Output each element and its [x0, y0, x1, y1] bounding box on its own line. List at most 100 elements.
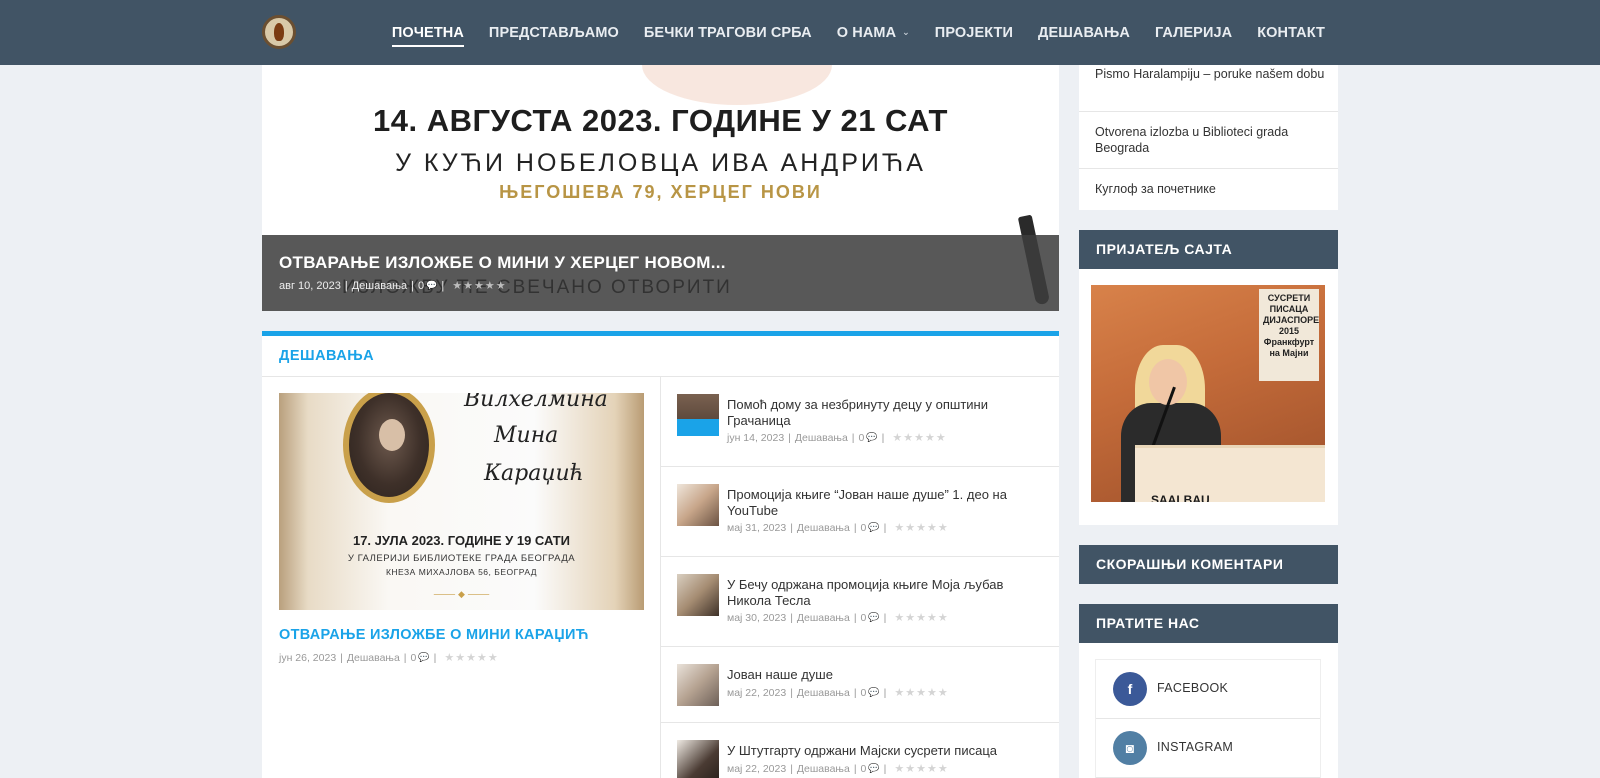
- star-icon[interactable]: ★: [485, 279, 495, 292]
- star-icon[interactable]: ★: [488, 651, 498, 664]
- star-icon[interactable]: ★: [905, 611, 915, 624]
- star-icon[interactable]: ★: [463, 279, 473, 292]
- list-item[interactable]: Промоција књиге “Јован наше душе” 1. део…: [660, 467, 1059, 557]
- main-post-title[interactable]: ОТВАРАЊЕ ИЗЛОЖБЕ О МИНИ КАРАЏИЋ: [279, 627, 589, 643]
- nav-item[interactable]: ПРОЈЕКТИ: [935, 0, 1013, 65]
- star-icon[interactable]: ★: [938, 686, 948, 699]
- star-icon[interactable]: ★: [894, 611, 904, 624]
- post-thumbnail[interactable]: [677, 740, 719, 778]
- star-icon[interactable]: ★: [905, 521, 915, 534]
- list-item[interactable]: У Штутгарту одржани Мајски сусрети писац…: [660, 723, 1059, 778]
- star-icon[interactable]: ★: [905, 686, 915, 699]
- site-logo[interactable]: [262, 15, 296, 49]
- nav-item[interactable]: БЕЧКИ ТРАГОВИ СРБА: [644, 0, 812, 65]
- meta-separator: |: [790, 521, 793, 534]
- star-icon[interactable]: ★: [914, 431, 924, 444]
- star-icon[interactable]: ★: [927, 521, 937, 534]
- featured-title[interactable]: ОТВАРАЊЕ ИЗЛОЖБЕ О МИНИ У ХЕРЦЕГ НОВОМ..…: [279, 253, 726, 273]
- site-header: ПОЧЕТНА ПРЕДСТАВЉАМО БЕЧКИ ТРАГОВИ СРБА О Н…: [0, 0, 1600, 65]
- social-link-facebook[interactable]: f FACEBOOK: [1096, 660, 1320, 719]
- list-item[interactable]: Помоћ дому за незбринуту децу у општини …: [660, 377, 1059, 467]
- nav-item[interactable]: ГАЛЕРИЈА: [1155, 0, 1232, 65]
- post-thumbnail[interactable]: [677, 574, 719, 616]
- star-icon[interactable]: ★: [925, 431, 935, 444]
- post-title[interactable]: У Штутгарту одржани Мајски сусрети писац…: [727, 743, 1027, 759]
- comment-bubble-icon: 💬: [418, 652, 430, 662]
- star-icon[interactable]: ★: [452, 279, 462, 292]
- image-address-line: КНЕЗА МИХАЈЛОВА 56, БЕОГРАД: [385, 567, 538, 577]
- featured-image-date: 14. АВГУСТА 2023. ГОДИНЕ У 21 САТ: [373, 103, 948, 138]
- star-icon[interactable]: ★: [938, 611, 948, 624]
- star-icon[interactable]: ★: [916, 762, 926, 775]
- post-category[interactable]: Дешавања: [797, 763, 850, 775]
- post-category[interactable]: Дешавања: [797, 522, 850, 534]
- nav-item[interactable]: ДЕШАВАЊА: [1038, 0, 1130, 65]
- list-item[interactable]: У Бечу одржана промоција књиге Моја љуба…: [660, 557, 1059, 647]
- star-icon[interactable]: ★: [938, 521, 948, 534]
- image-script-name: Мина: [494, 423, 559, 448]
- comment-count[interactable]: 0: [861, 522, 867, 534]
- star-icon[interactable]: ★: [892, 431, 902, 444]
- post-thumbnail[interactable]: [677, 484, 719, 526]
- star-icon[interactable]: ★: [927, 611, 937, 624]
- star-icon[interactable]: ★: [927, 762, 937, 775]
- recent-post-link[interactable]: Куглоф за почетнике: [1095, 182, 1325, 198]
- comment-bubble-icon: 💬: [866, 432, 878, 442]
- nav-item[interactable]: ПОЧЕТНА: [391, 0, 464, 65]
- meta-separator: |: [790, 762, 793, 775]
- star-icon[interactable]: ★: [894, 762, 904, 775]
- comment-count[interactable]: 0: [861, 687, 867, 699]
- post-title[interactable]: Јован наше душе: [727, 667, 1027, 683]
- star-icon[interactable]: ★: [444, 651, 454, 664]
- comment-count[interactable]: 0: [861, 612, 867, 624]
- star-icon[interactable]: ★: [927, 686, 937, 699]
- star-icon[interactable]: ★: [916, 686, 926, 699]
- star-icon[interactable]: ★: [916, 521, 926, 534]
- post-category[interactable]: Дешавања: [352, 280, 407, 292]
- list-item[interactable]: Јован наше душе мај 22, 2023 | Дешавања | 0 💬 |…: [660, 647, 1059, 723]
- events-section: ДЕШАВАЊА Вилхелмина Мина Караџић 17. ЈУЛ…: [262, 331, 1059, 778]
- star-icon[interactable]: ★: [894, 686, 904, 699]
- post-title[interactable]: У Бечу одржана промоција књиге Моја љуба…: [727, 577, 1027, 608]
- star-icon[interactable]: ★: [496, 279, 506, 292]
- nav-item-label: ПОЧЕТНА: [391, 24, 464, 41]
- post-category[interactable]: Дешавања: [797, 687, 850, 699]
- post-category[interactable]: Дешавања: [347, 652, 400, 664]
- star-icon[interactable]: ★: [455, 651, 465, 664]
- comment-count[interactable]: 0: [861, 763, 867, 775]
- post-date: мај 30, 2023: [727, 611, 787, 624]
- comment-count[interactable]: 0: [418, 280, 424, 292]
- star-icon[interactable]: ★: [474, 279, 484, 292]
- star-icon[interactable]: ★: [903, 431, 913, 444]
- star-icon[interactable]: ★: [905, 762, 915, 775]
- meta-separator: |: [881, 431, 885, 444]
- post-date: мај 22, 2023: [727, 686, 787, 699]
- recent-post-link[interactable]: Pismo Haralampiju – poruke našem dobu: [1095, 67, 1325, 83]
- nav-item[interactable]: О НАМА ⌄: [837, 0, 910, 65]
- post-thumbnail[interactable]: [677, 394, 719, 436]
- main-post-image[interactable]: Вилхелмина Мина Караџић 17. ЈУЛА 2023. Г…: [279, 393, 644, 610]
- post-title[interactable]: Промоција књиге “Јован наше душе” 1. део…: [727, 487, 1027, 518]
- nav-item[interactable]: КОНТАКТ: [1257, 0, 1325, 65]
- post-category[interactable]: Дешавања: [797, 612, 850, 624]
- friend-photo[interactable]: СУСРЕТИ ПИСАЦА ДИЈАСПОРЕ 2015 Франкфурт …: [1091, 285, 1325, 502]
- star-icon[interactable]: ★: [894, 521, 904, 534]
- post-category[interactable]: Дешавања: [795, 432, 848, 444]
- star-icon[interactable]: ★: [936, 431, 946, 444]
- post-title[interactable]: Помоћ дому за незбринуту децу у општини …: [727, 397, 1027, 428]
- post-thumbnail[interactable]: [677, 664, 719, 706]
- star-icon[interactable]: ★: [938, 762, 948, 775]
- section-title[interactable]: ДЕШАВАЊА: [279, 348, 374, 364]
- star-icon[interactable]: ★: [466, 651, 476, 664]
- meta-separator: |: [340, 651, 343, 664]
- social-link-instagram[interactable]: ◙ INSTAGRAM: [1096, 719, 1320, 778]
- star-icon[interactable]: ★: [477, 651, 487, 664]
- comment-count[interactable]: 0: [411, 652, 417, 664]
- nav-item[interactable]: ПРЕДСТАВЉАМО: [489, 0, 619, 65]
- social-list: f FACEBOOK ◙ INSTAGRAM: [1095, 659, 1321, 778]
- featured-slide[interactable]: 14. АВГУСТА 2023. ГОДИНЕ У 21 САТ У КУЋИ…: [262, 65, 1059, 311]
- meta-separator: |: [853, 762, 857, 775]
- recent-post-link[interactable]: Otvorena izlozba u Biblioteci grada Beog…: [1095, 125, 1325, 156]
- comment-count[interactable]: 0: [859, 432, 865, 444]
- star-icon[interactable]: ★: [916, 611, 926, 624]
